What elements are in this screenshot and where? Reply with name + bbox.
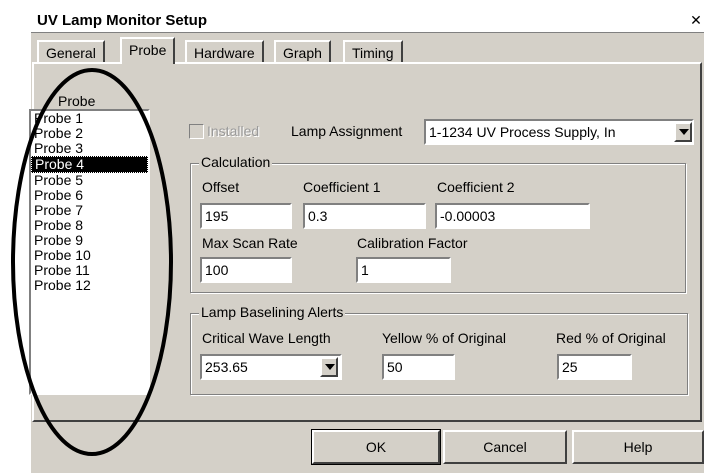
chevron-down-icon: [325, 364, 335, 370]
probe-list-label: Probe: [58, 93, 96, 109]
coefficient-2-label: Coefficient 2: [437, 179, 515, 195]
tab-timing[interactable]: Timing: [343, 40, 403, 62]
lamp-assignment-label: Lamp Assignment: [291, 123, 403, 139]
critical-wave-length-label: Critical Wave Length: [202, 330, 331, 346]
tab-graph[interactable]: Graph: [274, 40, 331, 62]
list-item[interactable]: Probe 10: [31, 248, 148, 263]
help-button-label: Help: [623, 439, 653, 455]
red-percent-field[interactable]: 25: [557, 354, 632, 380]
calibration-factor-value: 1: [361, 262, 369, 278]
red-percent-label: Red % of Original: [556, 330, 666, 346]
max-scan-rate-value: 100: [205, 262, 229, 278]
max-scan-rate-label: Max Scan Rate: [202, 235, 298, 251]
calculation-group-title: Calculation: [199, 154, 273, 170]
offset-value: 195: [205, 208, 229, 224]
tab-probe-label: Probe: [129, 42, 167, 58]
ok-button[interactable]: OK: [311, 429, 441, 465]
tab-general-label: General: [46, 45, 96, 61]
tab-hardware[interactable]: Hardware: [185, 40, 264, 62]
list-item[interactable]: Probe 2: [31, 126, 148, 141]
list-item[interactable]: Probe 7: [31, 203, 148, 218]
lamp-assignment-select[interactable]: 1-1234 UV Process Supply, In: [424, 119, 694, 145]
close-icon[interactable]: ✕: [687, 12, 704, 29]
critical-wave-length-dropdown-button[interactable]: [320, 357, 338, 377]
list-item[interactable]: Probe 11: [31, 263, 148, 278]
calibration-factor-field[interactable]: 1: [356, 257, 451, 283]
list-item[interactable]: Probe 9: [31, 233, 148, 248]
yellow-percent-label: Yellow % of Original: [382, 330, 506, 346]
lamp-assignment-dropdown-button[interactable]: [674, 122, 692, 142]
calibration-factor-label: Calibration Factor: [357, 235, 468, 251]
max-scan-rate-field[interactable]: 100: [200, 257, 292, 283]
yellow-percent-value: 50: [387, 359, 403, 375]
coefficient-1-label: Coefficient 1: [303, 179, 381, 195]
window-title: UV Lamp Monitor Setup: [37, 12, 207, 29]
coefficient-1-value: 0.3: [308, 208, 328, 224]
list-item[interactable]: Probe 1: [31, 111, 148, 126]
installed-checkbox[interactable]: [189, 124, 204, 139]
red-percent-value: 25: [562, 359, 578, 375]
cancel-button-label: Cancel: [483, 439, 527, 455]
list-item[interactable]: Probe 3: [31, 141, 148, 156]
coefficient-2-value: -0.00003: [440, 208, 496, 224]
list-item[interactable]: Probe 12: [31, 278, 148, 293]
lamp-assignment-value: 1-1234 UV Process Supply, In: [429, 124, 616, 140]
offset-label: Offset: [202, 179, 240, 195]
list-item[interactable]: Probe 4: [31, 156, 148, 173]
title-bar: UV Lamp Monitor Setup ✕: [31, 10, 704, 33]
baselining-alerts-title: Lamp Baselining Alerts: [199, 304, 346, 320]
ok-button-label: OK: [365, 439, 387, 455]
list-item[interactable]: Probe 5: [31, 173, 148, 188]
list-item[interactable]: Probe 6: [31, 188, 148, 203]
offset-field[interactable]: 195: [200, 203, 292, 229]
tab-probe[interactable]: Probe: [120, 37, 176, 64]
help-button[interactable]: Help: [572, 430, 704, 464]
probe-listbox[interactable]: Probe 1 Probe 2 Probe 3 Probe 4 Probe 5 Probe…: [29, 109, 150, 395]
tab-graph-label: Graph: [283, 45, 322, 61]
cancel-button[interactable]: Cancel: [443, 430, 567, 464]
chevron-down-icon: [679, 129, 689, 135]
list-item[interactable]: Probe 8: [31, 218, 148, 233]
coefficient-1-field[interactable]: 0.3: [303, 203, 426, 229]
tab-timing-label: Timing: [352, 45, 394, 61]
critical-wave-length-value: 253.65: [205, 359, 248, 375]
yellow-percent-field[interactable]: 50: [382, 354, 455, 380]
tab-general[interactable]: General: [37, 40, 105, 62]
coefficient-2-field[interactable]: -0.00003: [435, 203, 590, 229]
installed-label: Installed: [207, 123, 260, 139]
tab-hardware-label: Hardware: [194, 45, 255, 61]
